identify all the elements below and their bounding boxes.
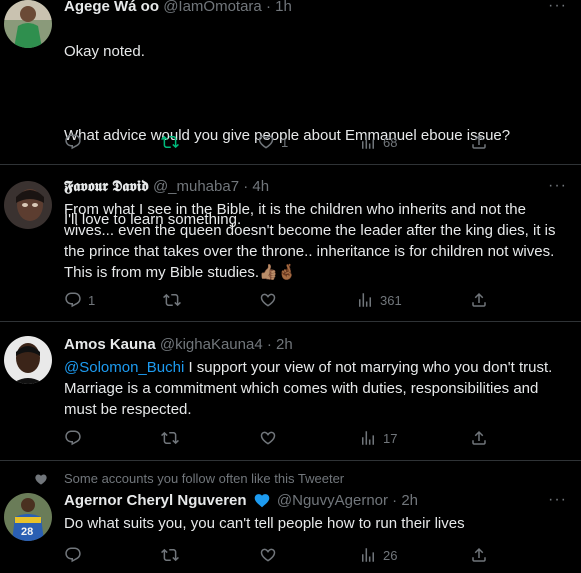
like-icon [257,133,275,151]
mention-link[interactable]: @Solomon_Buchi [64,359,184,376]
separator-dot: · [266,336,272,353]
view-count: 26 [383,547,398,563]
retweet-button[interactable] [161,133,185,151]
tweet-header: Amos Kauna @kighaKauna4 · 2h [64,336,293,353]
more-icon[interactable]: ··· [548,177,567,195]
heart-icon [35,474,47,485]
tweet-line: Okay noted. [64,43,145,60]
timestamp[interactable]: 1h [275,0,292,15]
display-name[interactable]: Agernor Cheryl Nguveren [64,492,247,509]
share-button[interactable] [470,546,488,564]
social-context-text: Some accounts you follow often like this… [64,471,345,486]
reply-button[interactable] [64,546,88,564]
separator-dot: · [392,492,398,509]
display-name[interactable]: Amos Kauna [64,336,156,353]
retweet-icon [161,133,179,151]
share-button[interactable] [470,429,488,447]
tweet-header: 𝕱𝖆𝖛𝖔𝖚𝖗 𝕯𝖆𝖛𝖎𝖉 @_muhaba7 · 4h [64,178,269,195]
view-count: 68 [383,134,398,150]
tweet-header: Agernor Cheryl Nguveren @NguvyAgernor · … [64,492,418,509]
share-button[interactable] [470,291,488,309]
reply-icon [64,546,82,564]
reply-button[interactable] [64,133,88,151]
timestamp[interactable]: 2h [401,492,418,509]
tweet-actions: 26 [64,546,504,566]
view-count: 361 [380,292,402,308]
tweet-actions: 1 68 [64,133,504,153]
reply-count: 1 [88,292,96,308]
tweet-actions: 1 361 [64,291,504,311]
views-icon [359,429,377,447]
views-button[interactable]: 68 [359,133,397,151]
share-icon [470,291,488,309]
reply-button[interactable]: 1 [64,291,95,309]
timestamp[interactable]: 4h [252,178,269,195]
tweet-1[interactable]: Agege Wá oo @IamOmotara · 1h ··· Okay no… [0,0,581,228]
jersey-number: 28 [21,526,33,538]
tweet-text: From what I see in the Bible, it is the … [64,201,556,281]
like-count: 1 [281,134,289,150]
views-button[interactable]: 17 [359,429,397,447]
tweet-3[interactable]: Amos Kauna @kighaKauna4 · 2h @Solomon_Bu… [0,322,581,461]
views-icon [359,546,377,564]
reply-icon [64,133,82,151]
views-button[interactable]: 26 [359,546,397,564]
like-button[interactable] [259,429,283,447]
timestamp[interactable]: 2h [276,336,293,353]
separator-dot: · [265,0,271,15]
views-button[interactable]: 361 [356,291,402,309]
like-icon [259,429,277,447]
more-icon[interactable]: ··· [548,0,567,15]
social-context: Some accounts you follow often like this… [34,471,344,486]
avatar[interactable] [4,336,52,384]
more-icon[interactable]: ··· [548,491,567,509]
like-icon [259,546,277,564]
avatar[interactable] [4,0,52,48]
reply-icon [64,291,82,309]
tweet-actions: 17 [64,429,504,449]
reply-button[interactable] [64,429,88,447]
share-icon [470,133,488,151]
share-button[interactable] [470,133,488,151]
tweet-2[interactable]: 𝕱𝖆𝖛𝖔𝖚𝖗 𝕯𝖆𝖛𝖎𝖉 @_muhaba7 · 4h ··· From wha… [0,165,581,322]
share-icon [470,546,488,564]
like-button[interactable] [259,291,283,309]
retweet-button[interactable] [161,546,185,564]
share-icon [470,429,488,447]
tweet-header: Agege Wá oo @IamOmotara · 1h [64,0,292,15]
like-button[interactable] [259,546,283,564]
like-button[interactable]: 1 [257,133,288,151]
views-icon [356,291,374,309]
reply-icon [64,429,82,447]
like-icon [259,291,277,309]
avatar[interactable] [4,181,52,229]
retweet-icon [161,546,179,564]
retweet-icon [163,291,181,309]
tweet-4[interactable]: Some accounts you follow often like this… [0,461,581,573]
user-handle[interactable]: @_muhaba7 [153,178,239,195]
tweet-text: @Solomon_Buchi I support your view of no… [64,357,569,420]
separator-dot: · [243,178,249,195]
user-handle[interactable]: @IamOmotara [163,0,262,15]
retweet-button[interactable] [161,429,185,447]
display-name[interactable]: Agege Wá oo [64,0,159,15]
user-handle[interactable]: @kighaKauna4 [160,336,263,353]
retweet-button[interactable] [163,291,187,309]
tweet-text: Do what suits you, you can't tell people… [64,515,465,532]
tweet-line [64,83,569,104]
retweet-icon [161,429,179,447]
view-count: 17 [383,430,398,446]
display-name[interactable]: 𝕱𝖆𝖛𝖔𝖚𝖗 𝕯𝖆𝖛𝖎𝖉 [64,178,149,195]
verified-heart-icon [254,494,269,508]
avatar[interactable]: 28 [4,493,52,541]
user-handle[interactable]: @NguvyAgernor [277,492,388,509]
views-icon [359,133,377,151]
